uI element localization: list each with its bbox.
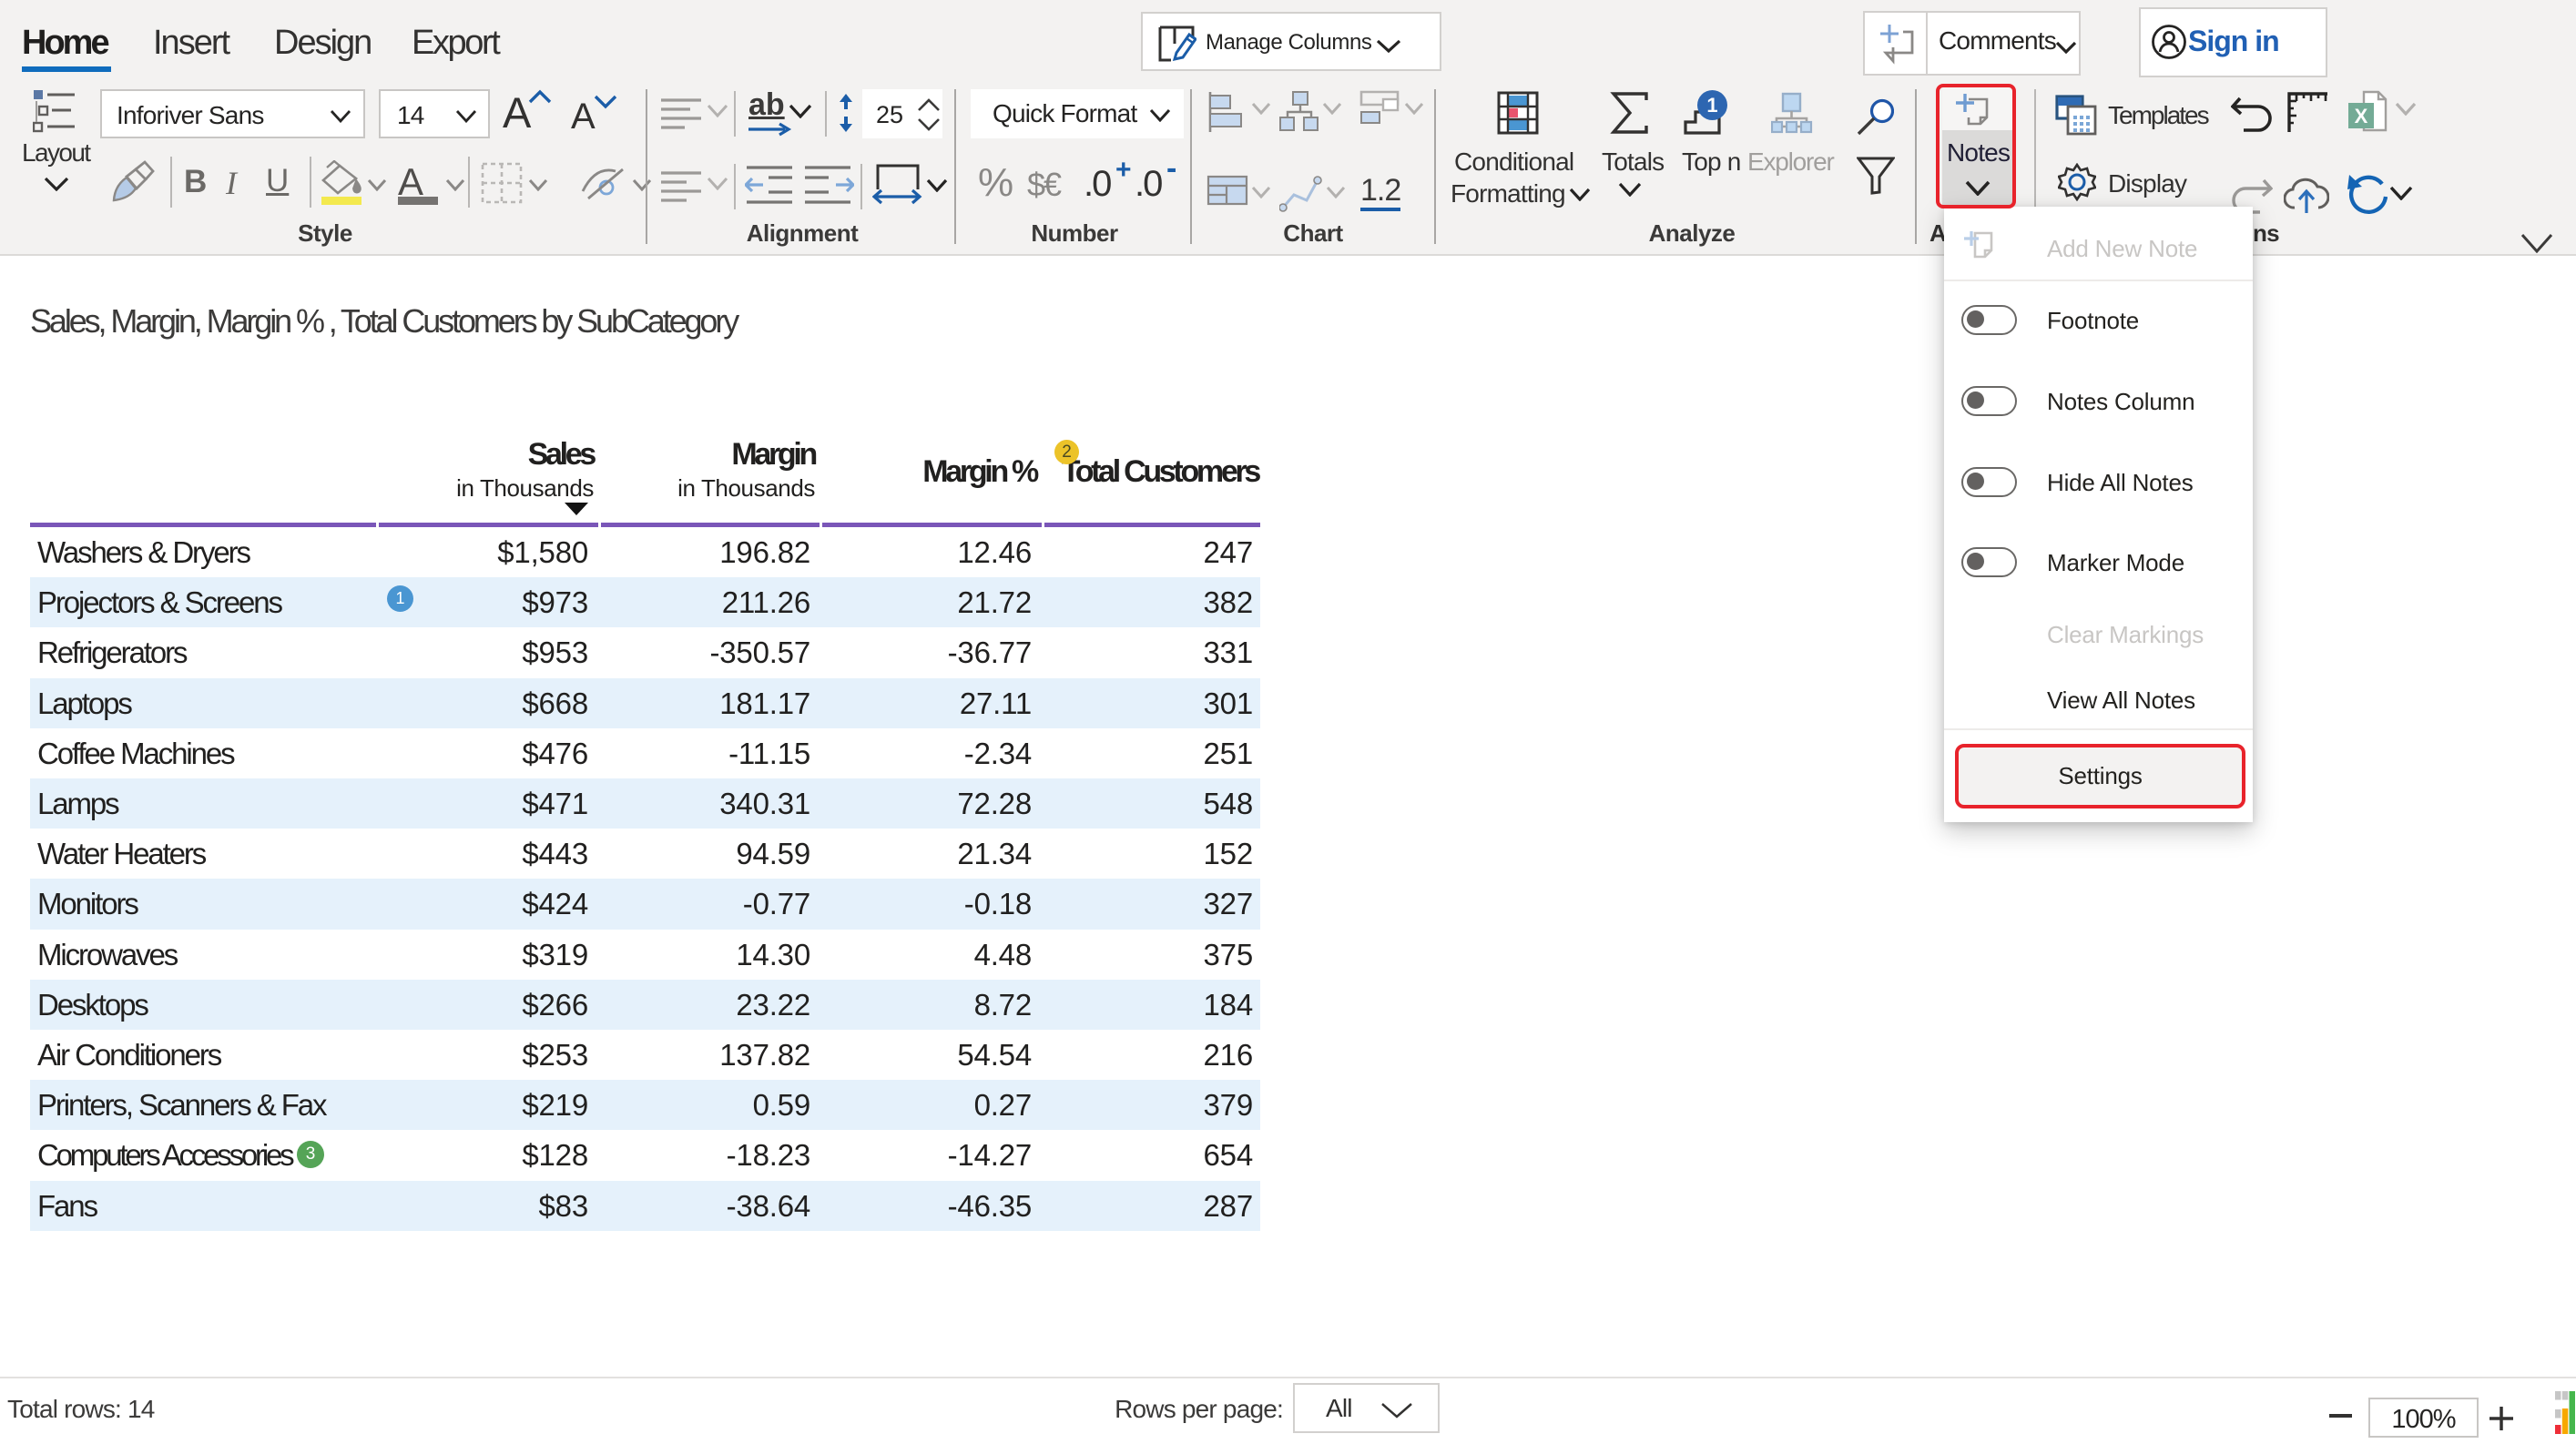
svg-text:X: X [2355,105,2368,127]
